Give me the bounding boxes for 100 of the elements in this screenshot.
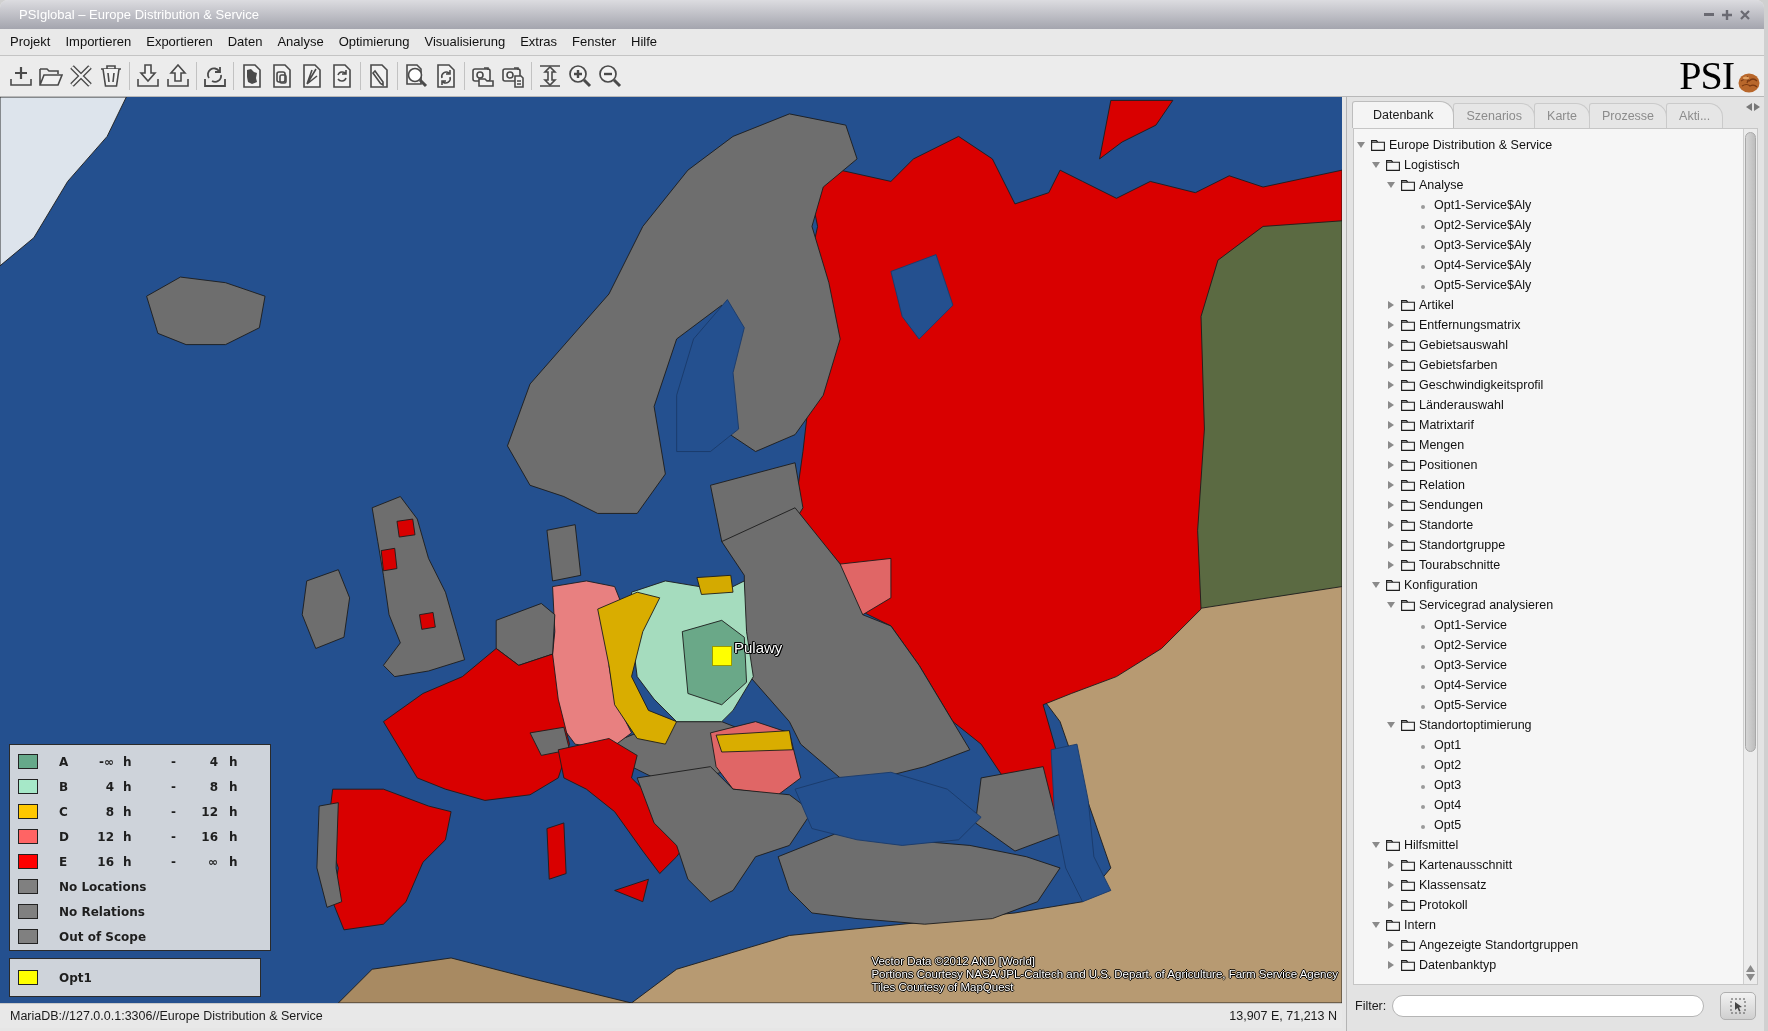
tree-item[interactable]: Opt5 — [1434, 815, 1462, 835]
caret-down-icon[interactable] — [1387, 601, 1395, 609]
trash-icon[interactable] — [99, 64, 123, 88]
caret-down-icon[interactable] — [1357, 141, 1365, 149]
tree-item[interactable]: Hilfsmittel — [1404, 835, 1459, 855]
tree-item[interactable]: Relation — [1419, 475, 1465, 495]
scrollbar-thumb[interactable] — [1745, 132, 1756, 752]
scroll-down-icon[interactable] — [1746, 974, 1755, 981]
caret-right-icon[interactable] — [1387, 361, 1395, 369]
tree-item[interactable]: Opt1-Service$Aly — [1434, 195, 1532, 215]
tab[interactable]: Datenbank — [1352, 101, 1455, 128]
caret-down-icon[interactable] — [1372, 581, 1380, 589]
caret-right-icon[interactable] — [1387, 501, 1395, 509]
tree-item[interactable]: Opt2-Service — [1434, 635, 1507, 655]
caret-right-icon[interactable] — [1387, 321, 1395, 329]
tree-item[interactable]: Sendungen — [1419, 495, 1483, 515]
tree-item[interactable]: Entfernungsmatrix — [1419, 315, 1521, 335]
tree-item[interactable]: Angezeigte Standortgruppen — [1419, 935, 1579, 955]
tree-item[interactable]: Kartenausschnitt — [1419, 855, 1513, 875]
tree-item[interactable]: Positionen — [1419, 455, 1478, 475]
caret-down-icon[interactable] — [1387, 721, 1395, 729]
caret-right-icon[interactable] — [1387, 961, 1395, 969]
caret-right-icon[interactable] — [1387, 381, 1395, 389]
map-document-icon[interactable] — [240, 64, 264, 88]
scroll-up-icon[interactable] — [1746, 965, 1755, 972]
cross-icon[interactable] — [69, 64, 93, 88]
filter-button[interactable] — [1720, 992, 1756, 1020]
tab-scroll-arrows-icon[interactable] — [1746, 103, 1760, 111]
caret-right-icon[interactable] — [1387, 941, 1395, 949]
tree-item[interactable]: Opt4 — [1434, 795, 1462, 815]
tree-item[interactable]: Servicegrad analysieren — [1419, 595, 1554, 615]
menu-item[interactable]: Exportieren — [146, 32, 213, 52]
caret-right-icon[interactable] — [1387, 901, 1395, 909]
menu-item[interactable]: Projekt — [10, 32, 51, 52]
zoom-in-icon[interactable] — [568, 64, 592, 88]
tree-item[interactable]: Mengen — [1419, 435, 1465, 455]
refresh-document-icon[interactable] — [330, 64, 354, 88]
caret-right-icon[interactable] — [1387, 341, 1395, 349]
tree-item[interactable]: Standorte — [1419, 515, 1474, 535]
caret-right-icon[interactable] — [1387, 861, 1395, 869]
scrollbar[interactable] — [1743, 129, 1757, 984]
tree-item[interactable]: Opt4-Service — [1434, 675, 1507, 695]
tree-item[interactable]: Opt3-Service — [1434, 655, 1507, 675]
vertical-resize-icon[interactable] — [538, 64, 562, 88]
zoom-out-icon[interactable] — [598, 64, 622, 88]
caret-right-icon[interactable] — [1387, 561, 1395, 569]
caret-down-icon[interactable] — [1372, 161, 1380, 169]
caret-right-icon[interactable] — [1387, 441, 1395, 449]
tree-item[interactable]: Standortgruppe — [1419, 535, 1506, 555]
sync-document-icon[interactable] — [434, 64, 458, 88]
pencil-document-icon[interactable] — [367, 64, 391, 88]
tree-item[interactable]: Klassensatz — [1419, 875, 1487, 895]
tree-item[interactable]: Intern — [1404, 915, 1436, 935]
caret-right-icon[interactable] — [1387, 481, 1395, 489]
menu-item[interactable]: Fenster — [572, 32, 617, 52]
menu-item[interactable]: Extras — [520, 32, 557, 52]
tree-item[interactable]: Gebietsauswahl — [1419, 335, 1508, 355]
caret-down-icon[interactable] — [1372, 921, 1380, 929]
maximize-icon[interactable] — [1722, 9, 1732, 20]
tree-item[interactable]: Opt2-Service$Aly — [1434, 215, 1532, 235]
tree-item[interactable]: Matrixtarif — [1419, 415, 1474, 435]
tree-item[interactable]: Opt1-Service — [1434, 615, 1507, 635]
tree-item[interactable]: Tourabschnitte — [1419, 555, 1501, 575]
copy-document-icon[interactable] — [270, 64, 294, 88]
tree-item[interactable]: Opt1 — [1434, 735, 1462, 755]
tree-item[interactable]: Länderauswahl — [1419, 395, 1504, 415]
menu-item[interactable]: Visualisierung — [424, 32, 506, 52]
search-document-icon[interactable] — [404, 64, 428, 88]
tree-item[interactable]: Opt3-Service$Aly — [1434, 235, 1532, 255]
caret-down-icon[interactable] — [1387, 181, 1395, 189]
menu-item[interactable]: Hilfe — [631, 32, 658, 52]
menu-item[interactable]: Importieren — [65, 32, 132, 52]
caret-down-icon[interactable] — [1372, 841, 1380, 849]
tree-item[interactable]: Opt3 — [1434, 775, 1462, 795]
caret-right-icon[interactable] — [1387, 421, 1395, 429]
tree-item[interactable]: Gebietsfarben — [1419, 355, 1498, 375]
tree-item[interactable]: Europe Distribution & Service — [1389, 135, 1553, 155]
caret-right-icon[interactable] — [1387, 541, 1395, 549]
picture-document-icon[interactable] — [501, 64, 525, 88]
caret-right-icon[interactable] — [1387, 401, 1395, 409]
tree-item[interactable]: Artikel — [1419, 295, 1454, 315]
edit-document-icon[interactable] — [300, 64, 324, 88]
tree-item[interactable]: Opt2 — [1434, 755, 1462, 775]
menu-item[interactable]: Analyse — [277, 32, 324, 52]
tree-item[interactable]: Datenbanktyp — [1419, 955, 1497, 975]
tree-item[interactable]: Opt5-Service — [1434, 695, 1507, 715]
upload-icon[interactable] — [166, 64, 190, 88]
tree-item[interactable]: Opt4-Service$Aly — [1434, 255, 1532, 275]
sync-icon[interactable] — [203, 64, 227, 88]
download-icon[interactable] — [136, 64, 160, 88]
tree-item[interactable]: Protokoll — [1419, 895, 1468, 915]
picture-folder-icon[interactable] — [471, 64, 495, 88]
tree-item[interactable]: Konfiguration — [1404, 575, 1478, 595]
menu-item[interactable]: Daten — [227, 32, 263, 52]
menu-item[interactable]: Optimierung — [338, 32, 410, 52]
tree-item[interactable]: Geschwindigkeitsprofil — [1419, 375, 1544, 395]
caret-right-icon[interactable] — [1387, 881, 1395, 889]
tree-item[interactable]: Standortoptimierung — [1419, 715, 1532, 735]
tree-item[interactable]: Analyse — [1419, 175, 1464, 195]
caret-right-icon[interactable] — [1387, 521, 1395, 529]
